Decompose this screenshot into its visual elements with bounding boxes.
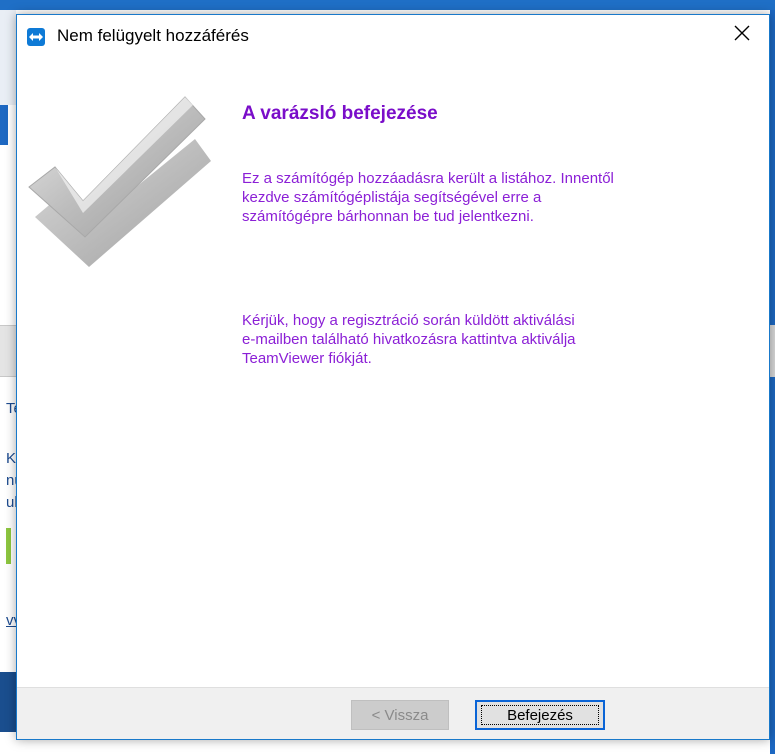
checkmark-icon (25, 77, 220, 282)
close-button[interactable] (719, 19, 765, 51)
message-line: TeamViewer fiókját. (242, 350, 372, 367)
background-left-section (0, 325, 16, 377)
finish-button[interactable]: Befejezés (475, 700, 605, 730)
dialog-title: Nem felügyelt hozzáférés (57, 26, 249, 45)
wizard-heading: A varázsló befejezése (242, 103, 438, 124)
wizard-dialog: Nem felügyelt hozzáférés A varázsló befe… (16, 14, 770, 740)
background-left-tab (0, 105, 8, 145)
close-icon (734, 25, 750, 46)
background-right-panel (770, 10, 775, 754)
finish-button-label: Befejezés (481, 705, 599, 725)
dialog-titlebar[interactable]: Nem felügyelt hozzáférés (17, 15, 769, 55)
background-right-section (770, 325, 775, 377)
background-window-titlebar (0, 0, 775, 10)
background-left-footer (0, 672, 16, 732)
message-line: kezdve számítógéplistája segítségével er… (242, 189, 542, 206)
teamviewer-icon (27, 28, 45, 46)
completion-message: Ez a számítógép hozzáadásra került a lis… (242, 169, 752, 226)
message-line: Kérjük, hogy a regisztráció során küldöt… (242, 312, 575, 329)
message-line: Ez a számítógép hozzáadásra került a lis… (242, 170, 614, 187)
message-line: e-mailben található hivatkozásra kattint… (242, 331, 576, 348)
wizard-content: A varázsló befejezése Ez a számítógép ho… (17, 55, 769, 687)
dialog-footer: < Vissza Befejezés (17, 687, 769, 739)
background-left-header (0, 10, 16, 105)
message-line: számítógépre bárhonnan be tud jelentkezn… (242, 208, 534, 225)
activation-message: Kérjük, hogy a regisztráció során küldöt… (242, 311, 752, 368)
back-button[interactable]: < Vissza (351, 700, 449, 730)
background-left-indicator (6, 528, 11, 564)
